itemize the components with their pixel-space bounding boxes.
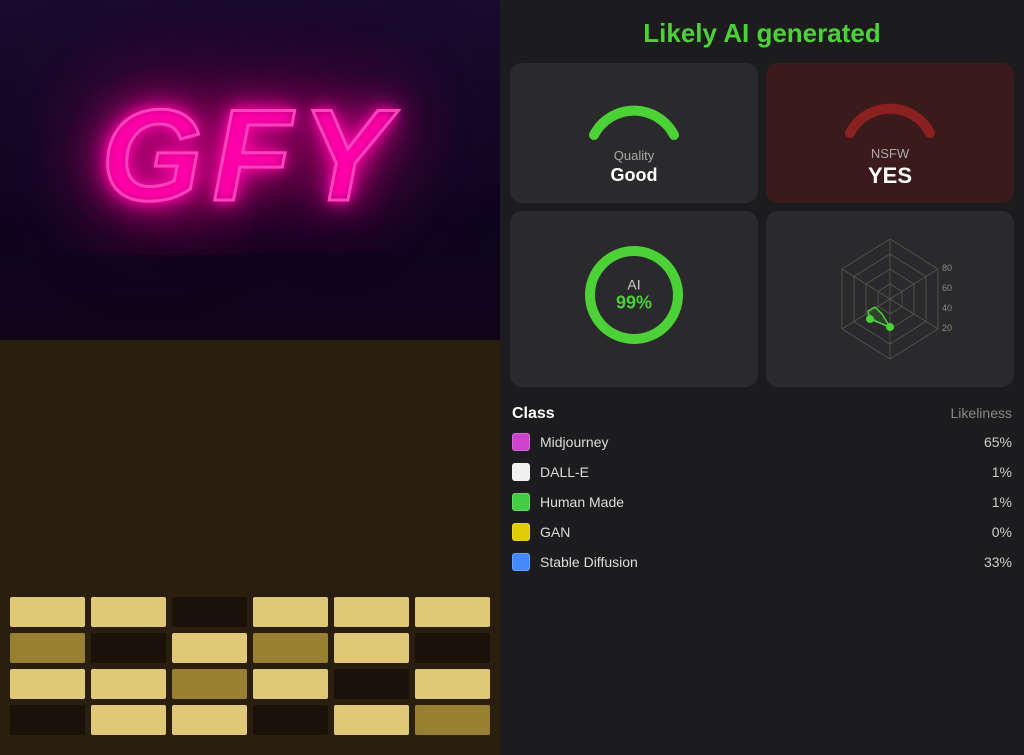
result-header: Likely AI generated — [500, 0, 1024, 63]
class-color-dot — [512, 523, 530, 541]
list-item: DALL-E 1% — [512, 463, 1012, 481]
quality-label: Quality — [614, 148, 654, 163]
list-item: Human Made 1% — [512, 493, 1012, 511]
image-panel: GFY — [0, 0, 500, 755]
class-name: DALL-E — [540, 464, 992, 480]
svg-text:20: 20 — [942, 323, 952, 333]
class-name: Stable Diffusion — [540, 554, 984, 570]
class-name: Midjourney — [540, 434, 984, 450]
svg-text:60: 60 — [942, 283, 952, 293]
ai-label: AI — [616, 277, 652, 293]
result-title: Likely AI generated — [520, 18, 1004, 49]
class-color-dot — [512, 433, 530, 451]
class-rows: Midjourney 65% DALL-E 1% Human Made 1% G… — [512, 433, 1012, 571]
svg-text:80: 80 — [942, 263, 952, 273]
building-facade — [0, 340, 500, 755]
class-percent: 1% — [992, 494, 1012, 510]
class-color-dot — [512, 463, 530, 481]
class-percent: 0% — [992, 524, 1012, 540]
quality-value: Good — [611, 165, 658, 186]
class-percent: 65% — [984, 434, 1012, 450]
likeliness-column-header: Likeliness — [951, 405, 1012, 423]
ai-donut: AI 99% — [579, 240, 689, 350]
svg-text:40: 40 — [942, 303, 952, 313]
class-color-dot — [512, 553, 530, 571]
class-column-header: Class — [512, 405, 555, 423]
metrics-grid: Quality Good NSFW YES — [500, 63, 1024, 395]
list-item: Stable Diffusion 33% — [512, 553, 1012, 571]
radar-card: 80 60 40 20 — [766, 211, 1014, 387]
list-item: Midjourney 65% — [512, 433, 1012, 451]
quality-card: Quality Good — [510, 63, 758, 203]
list-item: GAN 0% — [512, 523, 1012, 541]
radar-chart: 80 60 40 20 — [810, 219, 970, 379]
class-percent: 1% — [992, 464, 1012, 480]
ai-donut-center: AI 99% — [616, 277, 652, 314]
class-name: GAN — [540, 524, 992, 540]
nsfw-gauge — [840, 78, 940, 138]
nsfw-label: NSFW — [871, 146, 909, 161]
nsfw-card: NSFW YES — [766, 63, 1014, 203]
right-panel: Likely AI generated Quality Good — [500, 0, 1024, 755]
building-windows — [10, 597, 490, 735]
ai-card: AI 99% — [510, 211, 758, 387]
ai-percent: 99% — [616, 293, 652, 314]
neon-sign-text: GFY — [101, 80, 398, 230]
nsfw-value: YES — [868, 163, 912, 189]
class-color-dot — [512, 493, 530, 511]
class-table-header: Class Likeliness — [512, 405, 1012, 423]
class-table: Class Likeliness Midjourney 65% DALL-E 1… — [500, 395, 1024, 755]
class-name: Human Made — [540, 494, 992, 510]
class-percent: 33% — [984, 554, 1012, 570]
quality-gauge — [584, 80, 684, 140]
